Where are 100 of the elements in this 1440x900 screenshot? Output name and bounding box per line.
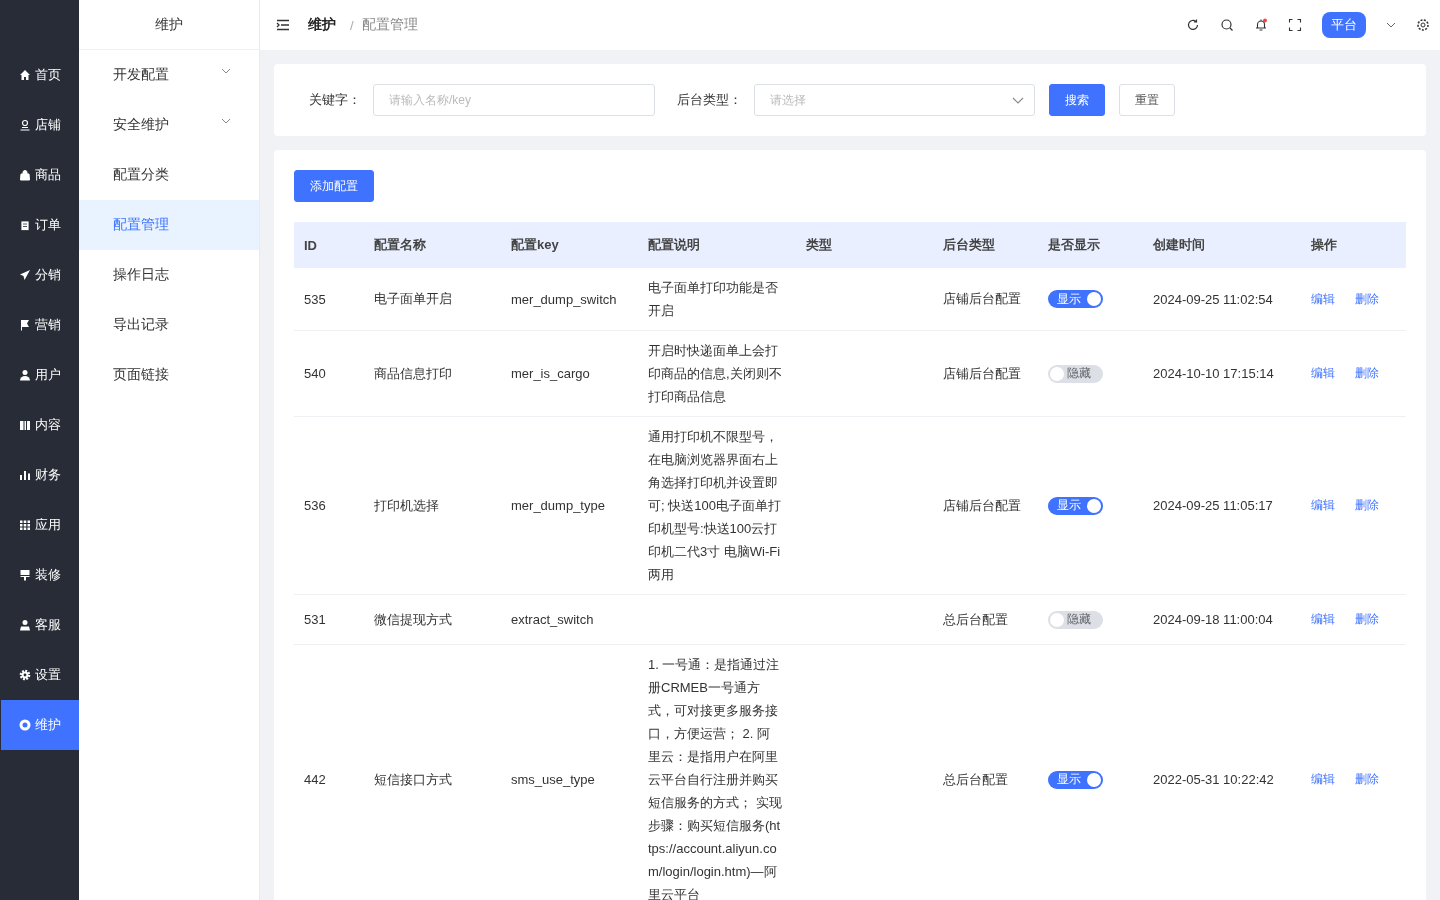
visibility-switch[interactable]: 显示 [1048, 290, 1103, 308]
settings-icon[interactable] [1416, 18, 1430, 32]
delete-link[interactable]: 删除 [1355, 497, 1379, 514]
table-cell: sms_use_type [511, 772, 595, 787]
sidebar-item[interactable]: 分销 [1, 250, 79, 300]
submenu-label: 安全维护 [113, 116, 169, 134]
plane-icon [19, 269, 31, 281]
table-cell-text: 电子面单打印功能是否开启 [648, 279, 779, 320]
submenu-item[interactable]: 操作日志 [79, 250, 259, 300]
chevron-down-icon[interactable] [1386, 22, 1396, 28]
sidebar-item[interactable]: 用户 [1, 350, 79, 400]
column-header: 是否显示 [1048, 237, 1100, 252]
sidebar-item[interactable]: 装修 [1, 550, 79, 600]
submenu-item[interactable]: 安全维护 [79, 100, 259, 150]
keyword-label: 关键字： [309, 91, 361, 109]
column-header: 类型 [806, 237, 832, 252]
brush-icon [19, 569, 31, 581]
chevron-down-icon [1012, 96, 1024, 104]
notification-icon[interactable] [1254, 18, 1268, 32]
column-header: 配置key [511, 237, 559, 252]
submenu-item[interactable]: 导出记录 [79, 300, 259, 350]
sidebar-item[interactable]: 设置 [1, 650, 79, 700]
submenu-item[interactable]: 配置管理 [79, 200, 259, 250]
table-cell: 打印机选择 [374, 497, 439, 513]
table-cell: 总后台配置 [943, 611, 1008, 627]
sidebar-item[interactable]: 客服 [1, 600, 79, 650]
keyword-input[interactable]: 请输入名称/key [373, 84, 655, 116]
table-cell: 536 [304, 498, 326, 513]
delete-link[interactable]: 删除 [1355, 611, 1379, 628]
breadcrumb-item[interactable]: 维护 [308, 16, 336, 34]
visibility-switch[interactable]: 隐藏 [1048, 610, 1103, 629]
visibility-switch[interactable]: 显示 [1048, 770, 1103, 789]
delete-link[interactable]: 删除 [1355, 771, 1379, 788]
table-cell: 商品信息打印 [374, 365, 452, 381]
table-cell: 442 [304, 772, 326, 787]
visibility-switch[interactable]: 显示 [1048, 496, 1103, 515]
submenu-item[interactable]: 配置分类 [79, 150, 259, 200]
sidebar-item[interactable]: 财务 [1, 450, 79, 500]
edit-link[interactable]: 编辑 [1311, 290, 1335, 308]
edit-link[interactable]: 编辑 [1311, 611, 1335, 628]
sidebar-item[interactable]: 首页 [1, 50, 79, 100]
submenu-label: 配置管理 [113, 216, 169, 234]
sidebar-label: 内容 [35, 416, 61, 434]
submenu-item[interactable]: 开发配置 [79, 50, 259, 100]
sidebar-item[interactable]: 商品 [1, 150, 79, 200]
submenu-label: 操作日志 [113, 266, 169, 284]
sidebar-item[interactable]: 维护 [1, 700, 79, 750]
table-cell: 2024-09-18 11:00:04 [1153, 612, 1273, 627]
clipboard-icon [19, 219, 31, 231]
table-cell-text: 1. 一号通：是指通过注册CRMEB一号通方式，可对接更多服务接口，方便运营； 2. 阿里云：是指用户在阿里云平台自行注册并购买短信服务的方式； 实现步骤：购买短信服务(https://account.aliyun.com/login/login.htm)—阿里云平台 [648, 656, 782, 900]
column-header: 后台类型 [943, 237, 995, 252]
sidebar-item[interactable]: 应用 [1, 500, 79, 550]
submenu-label: 配置分类 [113, 166, 169, 184]
table-cell: 2022-05-31 10:22:42 [1153, 772, 1274, 787]
edit-link[interactable]: 编辑 [1311, 771, 1335, 788]
user-icon [19, 369, 31, 381]
agent-icon [19, 619, 31, 631]
submenu-item[interactable]: 页面链接 [79, 350, 259, 400]
sidebar-item[interactable]: 店铺 [1, 100, 79, 150]
search-icon[interactable] [1220, 18, 1234, 32]
delete-link[interactable]: 删除 [1355, 290, 1379, 308]
table-cell: mer_dump_type [511, 498, 605, 513]
home-icon [19, 69, 31, 81]
visibility-switch[interactable]: 隐藏 [1048, 364, 1103, 383]
search-button[interactable]: 搜索 [1049, 84, 1105, 116]
table-cell: 540 [304, 366, 326, 381]
table-cell: 店铺后台配置 [943, 291, 1021, 306]
table-cell: mer_dump_switch [511, 291, 617, 307]
menu-icon[interactable] [276, 19, 290, 31]
gear-icon [19, 669, 31, 681]
table-cell: 微信提现方式 [374, 611, 452, 627]
sidebar-label: 商品 [35, 166, 61, 184]
sidebar-label: 装修 [35, 566, 61, 584]
table-cell: 2024-09-25 11:05:17 [1153, 498, 1273, 513]
table-cell-text: 通用打印机不限型号，在电脑浏览器界面右上角选择打印机并设置即可; 快送100电子面单打印机型号:快送100云打印机二代3寸 电脑Wi-Fi两用 [648, 428, 782, 584]
sidebar-label: 店铺 [35, 116, 61, 134]
fullscreen-icon[interactable] [1288, 18, 1302, 32]
reset-button[interactable]: 重置 [1119, 84, 1175, 116]
table-cell: 店铺后台配置 [943, 497, 1021, 513]
add-config-button[interactable]: 添加配置 [294, 170, 374, 202]
edit-link[interactable]: 编辑 [1311, 365, 1335, 382]
sidebar-label: 分销 [35, 266, 61, 284]
submenu-label: 页面链接 [113, 366, 169, 384]
sidebar-item[interactable]: 内容 [1, 400, 79, 450]
sidebar-label: 首页 [35, 66, 61, 84]
sidebar-item[interactable]: 营销 [1, 300, 79, 350]
delete-link[interactable]: 删除 [1355, 365, 1379, 382]
sidebar-title: 维护 [79, 0, 259, 50]
edit-link[interactable]: 编辑 [1311, 497, 1335, 514]
table-cell: 电子面单开启 [374, 291, 452, 306]
column-header: 配置说明 [648, 237, 700, 252]
sidebar-item[interactable]: 订单 [1, 200, 79, 250]
submenu-label: 导出记录 [113, 316, 169, 334]
table-cell: 店铺后台配置 [943, 365, 1021, 381]
sidebar-label: 财务 [35, 466, 61, 484]
platform-button[interactable]: 平台 [1322, 12, 1366, 38]
table-cell: 535 [304, 291, 326, 307]
refresh-icon[interactable] [1186, 18, 1200, 32]
flag-icon [19, 319, 31, 331]
sidebar-label: 应用 [35, 516, 61, 534]
